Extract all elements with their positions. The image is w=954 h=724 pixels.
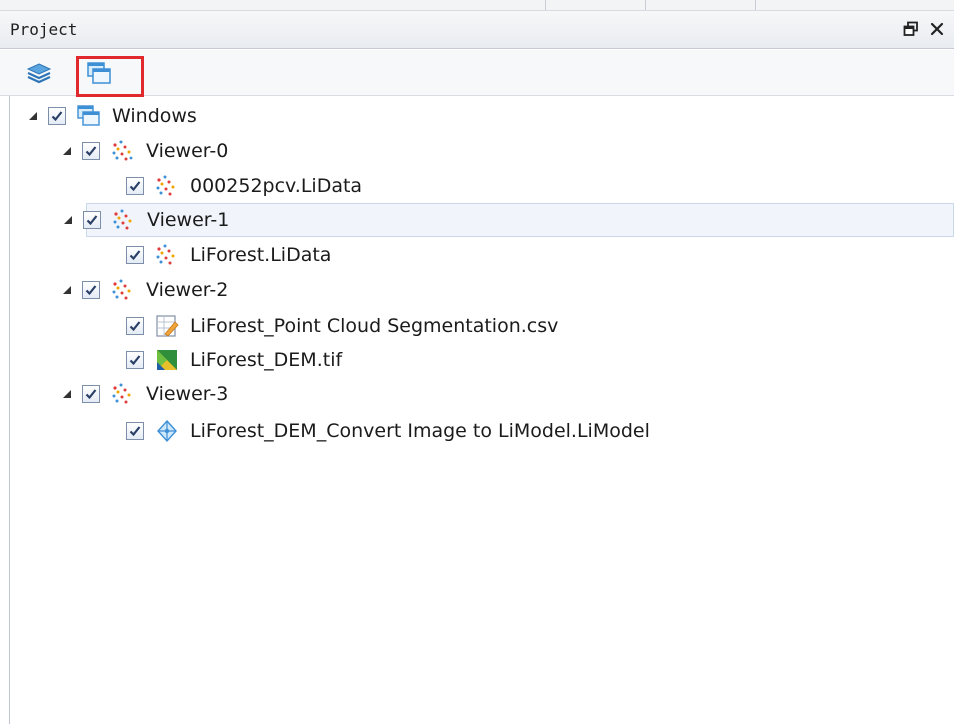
point-cloud-icon	[154, 242, 180, 268]
tree-node-label: LiForest_DEM_Convert Image to LiModel.Li…	[190, 420, 650, 442]
tree-node-label: Viewer-3	[146, 383, 229, 405]
tree-node-label: 000252pcv.LiData	[190, 175, 363, 197]
tree-node-file[interactable]: 000252pcv.LiData	[126, 169, 362, 203]
float-window-icon[interactable]	[900, 18, 922, 40]
point-cloud-icon	[154, 173, 180, 199]
top-strip	[0, 0, 954, 11]
windows-view-icon[interactable]	[82, 56, 116, 90]
tree-node-label: LiForest.LiData	[190, 244, 332, 266]
tree-node-label: Viewer-1	[147, 209, 230, 231]
point-cloud-icon	[110, 381, 136, 407]
tree-node-viewer-0[interactable]: Viewer-0	[60, 134, 228, 168]
checkbox[interactable]	[83, 211, 101, 229]
tree-node-label: LiForest_Point Cloud Segmentation.csv	[190, 315, 559, 337]
checkbox[interactable]	[82, 385, 100, 403]
checkbox[interactable]	[126, 246, 144, 264]
collapse-triangle-icon[interactable]	[60, 387, 74, 401]
checkbox[interactable]	[126, 351, 144, 369]
tree-node-file[interactable]: LiForest_DEM_Convert Image to LiModel.Li…	[126, 414, 650, 448]
checkbox[interactable]	[82, 281, 100, 299]
tree-node-viewer-2[interactable]: Viewer-2	[60, 273, 228, 307]
tree-node-windows[interactable]: Windows	[26, 99, 197, 133]
tree-node-file[interactable]: LiForest.LiData	[126, 238, 331, 272]
tree-node-file[interactable]: LiForest_DEM.tif	[126, 343, 342, 377]
point-cloud-icon	[111, 207, 137, 233]
checkbox[interactable]	[126, 177, 144, 195]
checkbox[interactable]	[126, 422, 144, 440]
tree-node-label: LiForest_DEM.tif	[190, 349, 343, 371]
tree-node-label: Viewer-2	[146, 279, 229, 301]
panel-title: Project	[10, 20, 78, 39]
panel-titlebar: Project	[0, 11, 954, 49]
tree-node-label: Windows	[112, 105, 197, 127]
panel-toolbar	[0, 50, 954, 96]
table-file-icon	[154, 313, 180, 339]
checkbox[interactable]	[82, 142, 100, 160]
tree-node-viewer-3[interactable]: Viewer-3	[60, 377, 228, 411]
windows-icon	[76, 103, 102, 129]
model-icon	[154, 418, 180, 444]
tree-node-label: Viewer-0	[146, 140, 229, 162]
project-tree: Windows Viewer-0 000252pcv.LiData Viewer…	[10, 96, 954, 724]
tree-node-viewer-1[interactable]: Viewer-1	[64, 203, 954, 237]
close-icon[interactable]	[926, 18, 948, 40]
collapse-triangle-icon[interactable]	[60, 144, 74, 158]
point-cloud-icon	[110, 138, 136, 164]
checkbox[interactable]	[126, 317, 144, 335]
tree-node-file[interactable]: LiForest_Point Cloud Segmentation.csv	[126, 309, 558, 343]
project-panel: Project Windows Viewer-0 000252pcv.LiDat…	[0, 0, 954, 724]
checkbox[interactable]	[48, 107, 66, 125]
raster-image-icon	[154, 347, 180, 373]
collapse-triangle-icon[interactable]	[26, 109, 40, 123]
layers-icon[interactable]	[22, 56, 56, 90]
point-cloud-icon	[110, 277, 136, 303]
collapse-triangle-icon[interactable]	[60, 283, 74, 297]
collapse-triangle-icon[interactable]	[61, 213, 75, 227]
